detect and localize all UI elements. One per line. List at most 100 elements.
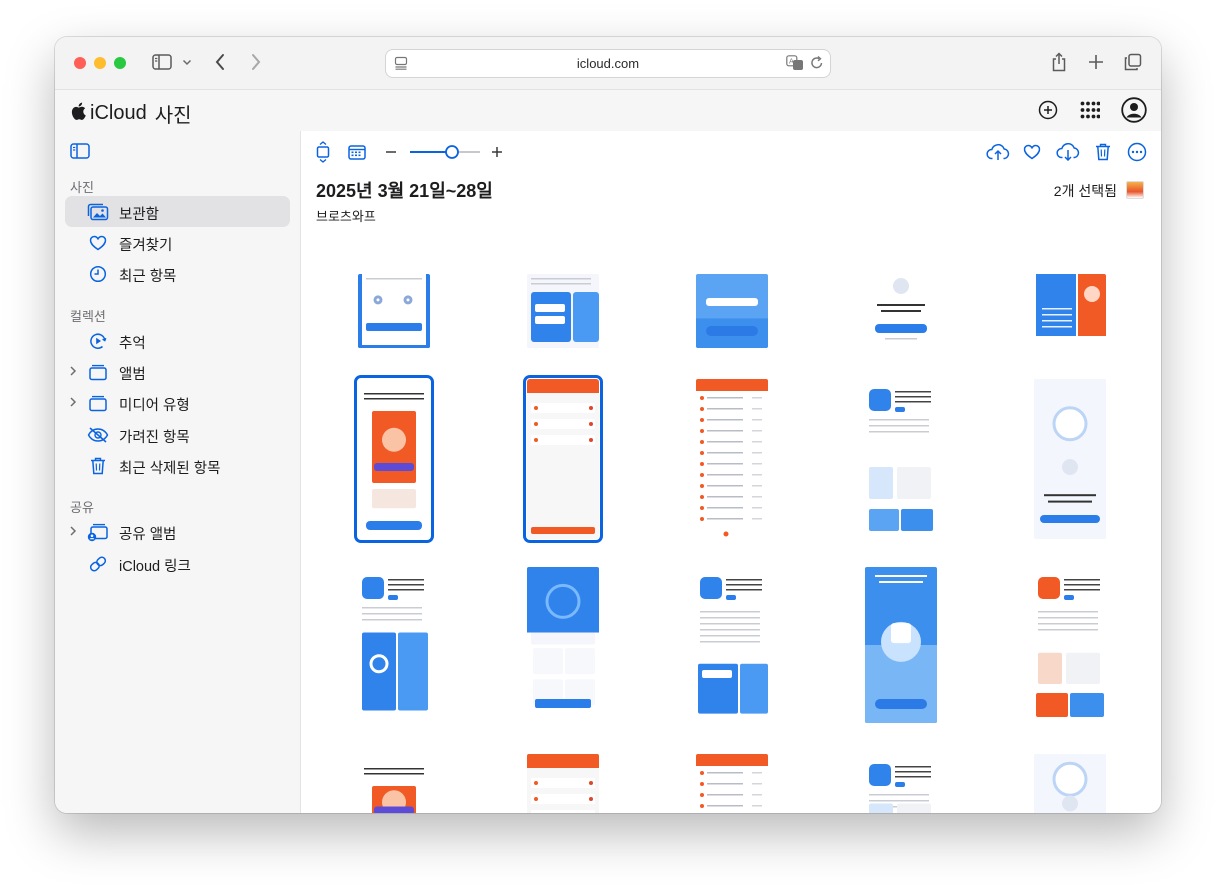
- photo-thumbnail[interactable]: [865, 754, 937, 813]
- download-icon[interactable]: [1056, 139, 1080, 165]
- chevron-right-icon[interactable]: [68, 364, 80, 378]
- photo-thumbnail-image: [358, 379, 430, 539]
- photo-thumbnail-image: [696, 379, 768, 539]
- photo-thumbnail-image: [696, 567, 768, 723]
- app-brand[interactable]: iCloud 사진: [71, 99, 192, 128]
- zoom-slider[interactable]: [409, 139, 481, 165]
- shared-album-icon: [87, 521, 109, 543]
- new-tab-icon[interactable]: [1087, 51, 1105, 73]
- browser-toolbar: icloud.com A: [55, 37, 1161, 90]
- photo-thumbnail-image: [1034, 379, 1106, 539]
- sidebar-item-label: 추억: [119, 336, 146, 352]
- share-icon[interactable]: [1050, 51, 1068, 73]
- app-header: iCloud 사진: [55, 90, 1161, 132]
- sidebar-item-shared-albums[interactable]: 공유 앨범: [65, 516, 290, 547]
- sidebar-item-label: iCloud 링크: [119, 559, 191, 575]
- photo-thumbnail[interactable]: [696, 567, 768, 723]
- trash-icon: [87, 455, 109, 477]
- chevron-right-icon[interactable]: [68, 395, 80, 409]
- tab-overview-icon[interactable]: [1123, 51, 1143, 73]
- photo-thumbnail[interactable]: [527, 274, 599, 348]
- add-icon[interactable]: [1038, 100, 1058, 125]
- sidebar-item-recently-deleted[interactable]: 최근 삭제된 항목: [65, 450, 290, 481]
- photo-thumbnail-image: [865, 754, 937, 813]
- sidebar-item-media-types[interactable]: 미디어 유형: [65, 387, 290, 418]
- translate-icon[interactable]: A: [786, 55, 804, 76]
- zoom-window-button[interactable]: [114, 57, 126, 69]
- reload-icon[interactable]: [810, 55, 824, 76]
- photo-thumbnail[interactable]: [527, 567, 599, 723]
- sidebar-toggle-icon[interactable]: [151, 51, 173, 73]
- photo-thumbnail-image: [696, 754, 768, 813]
- memories-icon: [87, 330, 109, 352]
- photo-thumbnail-image: [527, 379, 599, 539]
- address-bar[interactable]: icloud.com A: [385, 49, 831, 78]
- photo-thumbnail[interactable]: [523, 375, 603, 543]
- account-icon[interactable]: [1121, 97, 1147, 128]
- photo-thumbnail-image: [1034, 274, 1106, 348]
- photo-thumbnail[interactable]: [696, 754, 768, 813]
- photo-thumbnail[interactable]: [696, 274, 768, 348]
- chevron-right-icon[interactable]: [68, 524, 80, 538]
- sidebar-item-label: 가려진 항목: [119, 430, 190, 446]
- photo-thumbnail[interactable]: [1034, 379, 1106, 539]
- sidebar-item-label: 앨범: [119, 367, 146, 383]
- photo-thumbnail-image: [358, 754, 430, 813]
- chevron-down-icon[interactable]: [181, 51, 193, 73]
- section-shared-title: 공유: [70, 500, 94, 515]
- photo-thumbnail-image: [865, 274, 937, 348]
- sidebar-item-albums[interactable]: 앨범: [65, 356, 290, 387]
- photo-thumbnail[interactable]: [358, 567, 430, 723]
- minimize-window-button[interactable]: [94, 57, 106, 69]
- svg-text:A: A: [789, 58, 794, 66]
- sidebar-item-hidden[interactable]: 가려진 항목: [65, 419, 290, 450]
- sidebar-item-memories[interactable]: 추억: [65, 325, 290, 356]
- sidebar-collapse-icon[interactable]: [70, 143, 90, 164]
- photo-thumbnail-image: [1034, 754, 1106, 813]
- app-grid-icon[interactable]: [1080, 101, 1101, 124]
- photo-thumbnail[interactable]: [1034, 274, 1106, 348]
- heart-icon[interactable]: [1023, 139, 1041, 165]
- sidebar-item-label: 최근 항목: [119, 269, 177, 285]
- eye-slash-icon: [87, 424, 109, 446]
- photo-thumbnail[interactable]: [354, 375, 434, 543]
- photo-thumbnail[interactable]: [1034, 567, 1106, 723]
- photo-thumbnail[interactable]: [696, 379, 768, 539]
- photo-thumbnail[interactable]: [358, 274, 430, 348]
- photo-thumbnail[interactable]: [527, 754, 599, 813]
- sidebar-item-label: 보관함: [119, 207, 160, 223]
- zoom-in-icon[interactable]: [491, 139, 503, 165]
- brand-section: 사진: [154, 105, 192, 127]
- photo-thumbnail[interactable]: [865, 379, 937, 539]
- calendar-view-icon[interactable]: [348, 139, 366, 165]
- photo-thumbnail-image: [527, 567, 599, 723]
- media-types-icon: [87, 392, 109, 414]
- sidebar-item-favorites[interactable]: 즐겨찾기: [65, 227, 290, 258]
- trash-icon[interactable]: [1095, 139, 1111, 165]
- photo-thumbnail-image: [527, 274, 599, 348]
- upload-icon[interactable]: [986, 139, 1010, 165]
- close-window-button[interactable]: [74, 57, 86, 69]
- photo-thumbnail[interactable]: [865, 274, 937, 348]
- page-title: 2025년 3월 21일~28일: [316, 181, 493, 201]
- photo-thumbnail-image: [696, 274, 768, 348]
- photo-thumbnail-image: [1034, 567, 1106, 723]
- more-options-icon[interactable]: [1127, 139, 1147, 165]
- sidebar-item-label: 즐겨찾기: [119, 238, 173, 254]
- photo-thumbnail[interactable]: [865, 567, 937, 723]
- sidebar-item-recents[interactable]: 최근 항목: [65, 258, 290, 289]
- photo-thumbnail-image: [527, 754, 599, 813]
- sidebar-item-library[interactable]: 보관함: [65, 196, 290, 227]
- forward-icon[interactable]: [248, 51, 264, 73]
- sidebar-item-icloud-links[interactable]: iCloud 링크: [65, 548, 290, 579]
- zoom-out-icon[interactable]: [385, 139, 397, 165]
- sidebar-item-label: 공유 앨범: [119, 527, 177, 543]
- clock-icon: [87, 263, 109, 285]
- photo-thumbnail[interactable]: [1034, 754, 1106, 813]
- selection-thumbnail-preview[interactable]: [1126, 181, 1144, 199]
- selection-count: 2개 선택됨: [1053, 183, 1117, 199]
- back-icon[interactable]: [212, 51, 228, 73]
- photo-thumbnail[interactable]: [358, 754, 430, 813]
- aspect-toggle-icon[interactable]: [315, 139, 331, 165]
- photo-thumbnail-image: [358, 274, 430, 348]
